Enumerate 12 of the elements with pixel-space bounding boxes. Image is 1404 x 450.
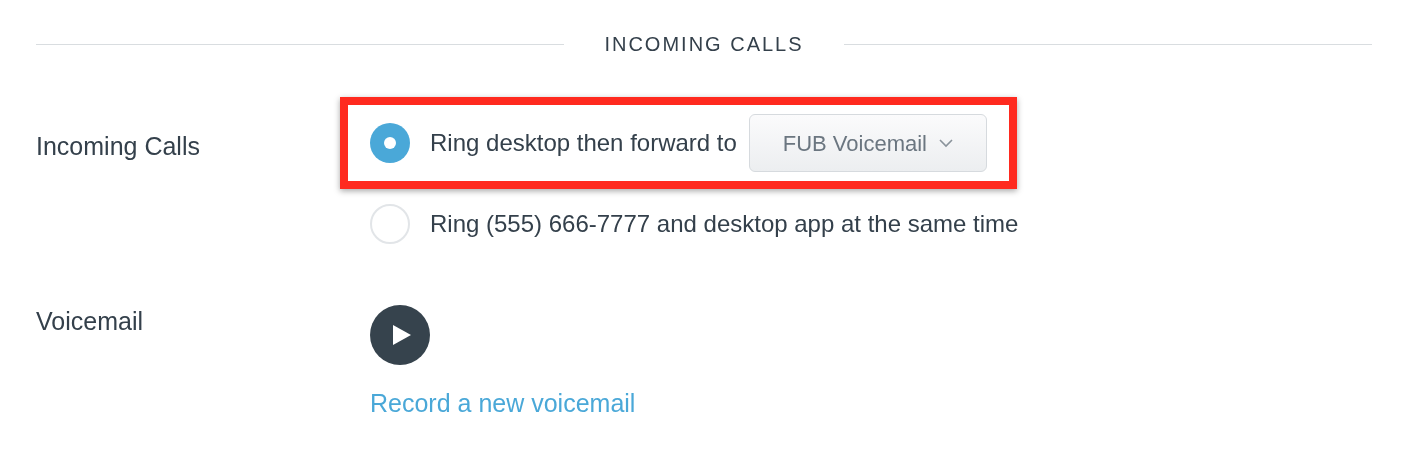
option-label: Ring (555) 666-7777 and desktop app at the same time	[430, 209, 1019, 239]
section-heading: INCOMING CALLS	[604, 32, 804, 57]
voicemail-dropdown[interactable]: FUB Voicemail	[748, 114, 987, 172]
radio-button[interactable]	[370, 123, 410, 163]
radio-button[interactable]	[370, 204, 410, 244]
field-label: Voicemail	[36, 306, 144, 337]
field-label: Incoming Calls	[36, 131, 201, 162]
chevron-down-icon	[939, 138, 953, 148]
option-label: Ring desktop then forward to	[430, 128, 737, 158]
play-icon	[393, 325, 411, 345]
record-voicemail-link[interactable]: Record a new voicemail	[370, 385, 636, 423]
play-button[interactable]	[370, 305, 430, 365]
